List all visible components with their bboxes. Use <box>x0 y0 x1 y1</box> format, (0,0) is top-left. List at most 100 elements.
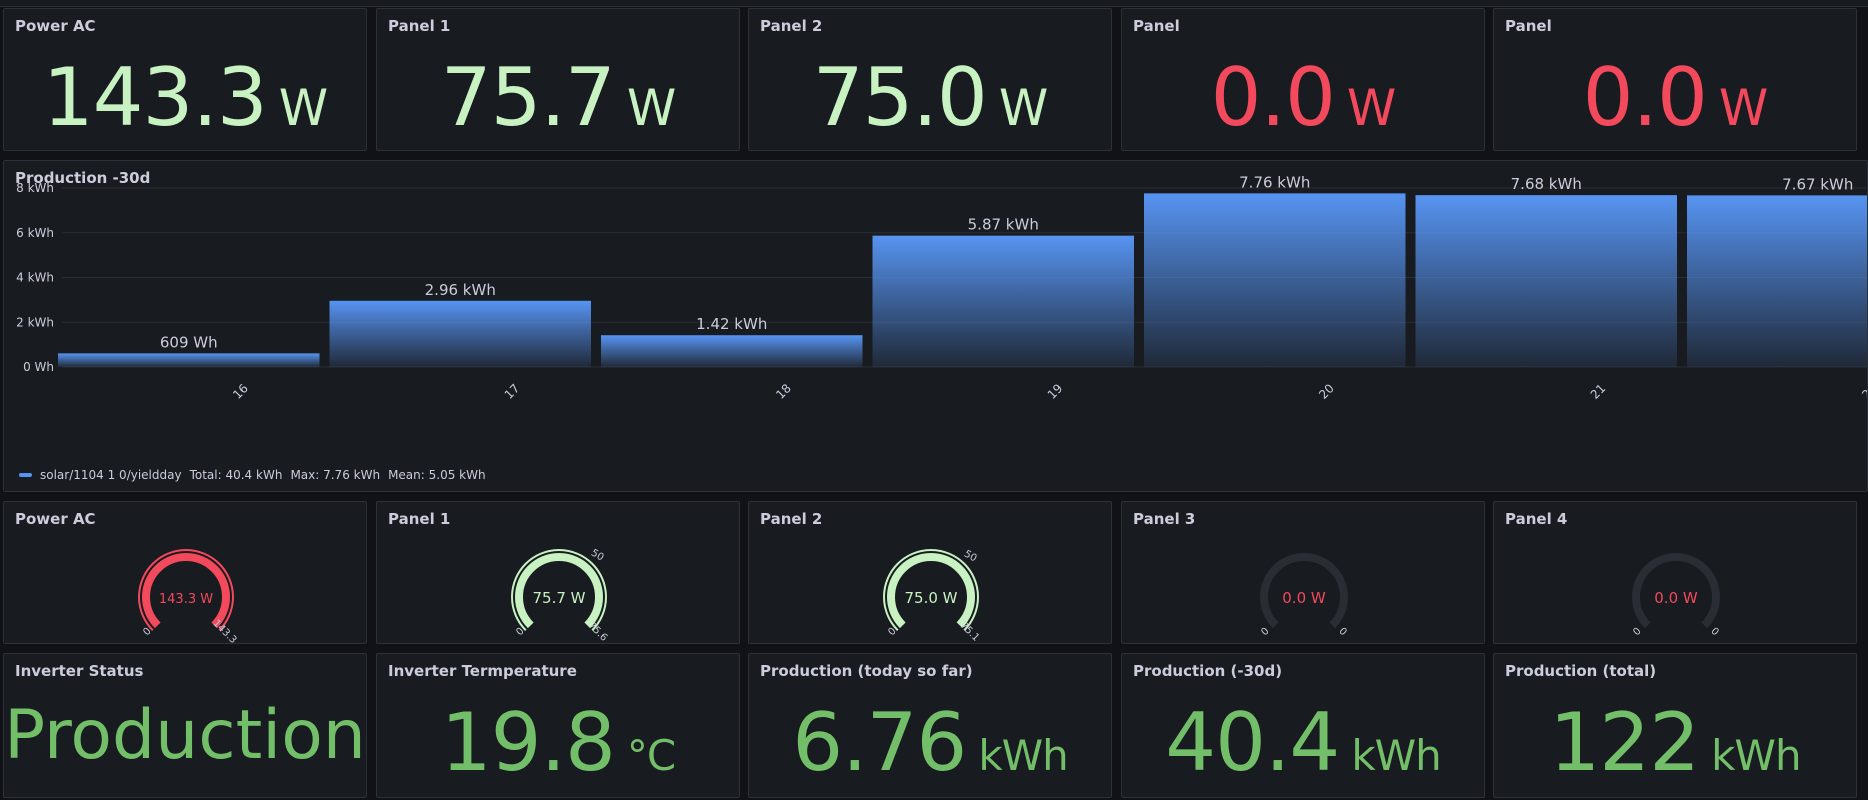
stat-unit: kWh <box>1711 731 1801 780</box>
legend-total: Total: 40.4 kWh <box>189 468 283 482</box>
stat-value-row: 143.3 W <box>4 51 366 144</box>
gauge-value-label: 75.0 W <box>905 589 958 607</box>
x-tick-label: 16 <box>230 381 251 402</box>
gauge-panel-panel-3[interactable]: Panel 3 0.0 W00 <box>1121 501 1485 644</box>
gauge-value-label: 143.3 W <box>159 592 213 607</box>
stat-panel-power-ac[interactable]: Power AC 143.3 W <box>3 8 367 151</box>
stat-value: 0.0 <box>1582 51 1708 144</box>
production-bar-chart: 0 Wh 2 kWh 4 kWh 6 kWh 8 kWh 609 Wh 16 2.96 kWh… <box>16 173 1868 402</box>
x-tick-label: 20 <box>1316 381 1337 402</box>
legend-series-name: solar/1104 1 0/yieldday <box>40 468 182 482</box>
production-chart-panel[interactable]: Production -30d 0 Wh 2 kWh 4 kWh 6 kWh 8 kWh… <box>3 160 1868 492</box>
panel-title: Power AC <box>15 17 96 35</box>
bar-value-label: 7.68 kWh <box>1511 175 1582 193</box>
bar <box>1687 195 1867 367</box>
top-border <box>0 0 1868 7</box>
bar-value-label: 7.76 kWh <box>1239 173 1310 191</box>
stat-value: 75.7 <box>440 51 616 144</box>
panel-title: Production (-30d) <box>1133 662 1283 680</box>
stat-panel-inverter-status[interactable]: Inverter Status Production <box>3 653 367 798</box>
bar <box>601 335 863 367</box>
gauge-max-label: 0 <box>1336 626 1348 638</box>
x-tick-label: 17 <box>502 381 523 402</box>
gauge-min-label: 0 <box>514 626 526 638</box>
gauge-min-label: 0 <box>886 626 898 638</box>
stat-value-row: Production <box>4 696 366 775</box>
stat-value-row: 0.0 W <box>1494 51 1856 144</box>
gauge-value-label: 75.7 W <box>533 589 586 607</box>
bar <box>329 300 591 367</box>
gauge-mark-label: 50 <box>962 549 979 565</box>
stat-value: 75.0 <box>812 51 988 144</box>
legend-max: Max: 7.76 kWh <box>290 468 381 482</box>
bar <box>58 353 320 367</box>
stat-panel-production-30d[interactable]: Production (-30d) 40.4 kWh <box>1121 653 1485 798</box>
x-tick-label: 22 <box>1859 381 1868 402</box>
stat-unit: kWh <box>978 731 1068 780</box>
stat-value-row: 0.0 W <box>1122 51 1484 144</box>
x-tick-label: 19 <box>1045 381 1066 402</box>
stat-value: 6.76 <box>792 696 967 789</box>
bar-value-label: 609 Wh <box>160 333 218 351</box>
bar <box>872 235 1134 367</box>
bar-value-label: 1.42 kWh <box>696 315 767 333</box>
gauge-max-label: 143.3 <box>211 618 239 644</box>
panel-title: Production (total) <box>1505 662 1657 680</box>
gauge: 0.0 W 0 0 <box>1631 553 1721 638</box>
panel-title: Panel 1 <box>388 17 451 35</box>
bar-value-label: 5.87 kWh <box>968 216 1039 234</box>
stat-panel-panel-1[interactable]: Panel 1 75.7 W <box>376 8 740 151</box>
bar-value-label: 2.96 kWh <box>425 281 496 299</box>
bar <box>1415 195 1677 367</box>
stat-panel-production-today[interactable]: Production (today so far) 6.76 kWh <box>748 653 1112 798</box>
stat-value-row: 122 kWh <box>1494 696 1856 789</box>
gauge-min-label: 0 <box>141 626 153 638</box>
gauge-mark-label: 50 <box>589 548 606 564</box>
stat-value: 0.0 <box>1210 51 1336 144</box>
stat-value-row: 19.8 °C <box>377 696 739 789</box>
stat-unit: kWh <box>1351 731 1441 780</box>
stat-unit: °C <box>626 731 676 780</box>
stat-unit: W <box>998 79 1048 137</box>
y-tick-label: 6 kWh <box>16 226 54 240</box>
stat-panel-panel-2[interactable]: Panel 2 75.0 W <box>748 8 1112 151</box>
gauge-panel-panel-1[interactable]: Panel 1 75.7 W 0 75.6 50 <box>376 501 740 644</box>
gauge-panel-power-ac[interactable]: Power AC 143.3 W 0 143.3 <box>3 501 367 644</box>
gauge: 143.3 W 0 143.3 <box>138 549 239 644</box>
gauge-panel-panel-4[interactable]: Panel 4 0.0 W00 <box>1493 501 1857 644</box>
stat-panel-panel-3[interactable]: Panel 3 0.0W <box>1121 8 1485 151</box>
panel-title: Panel 3 <box>1133 17 1181 35</box>
bar <box>1144 193 1406 367</box>
gauge: 75.0 W 0 75.1 50 <box>883 549 982 644</box>
legend-mean: Mean: 5.05 kWh <box>388 468 486 482</box>
gauge-min-label: 0 <box>1259 626 1271 638</box>
stat-value: 143.3 <box>42 51 268 144</box>
y-tick-label: 4 kWh <box>16 271 54 285</box>
gauge: 75.7 W 0 75.6 50 <box>511 548 609 643</box>
stat-value-row: 6.76 kWh <box>749 696 1111 789</box>
gauge: 0.0 W 0 0 <box>1259 553 1349 638</box>
stat-panel-inverter-temperature[interactable]: Inverter Termperature 19.8 °C <box>376 653 740 798</box>
gauge-value-label: 0.0 W <box>1654 589 1698 607</box>
x-tick-label: 21 <box>1588 381 1609 402</box>
gauge-max-label: 0 <box>1708 626 1720 638</box>
stat-value: 40.4 <box>1165 696 1340 789</box>
x-tick-label: 18 <box>773 381 794 402</box>
gauge-panel-panel-2[interactable]: Panel 2 75.0 W 0 75.1 50 <box>748 501 1112 644</box>
panel-title: Production (today so far) <box>760 662 973 680</box>
gauge-min-label: 0 <box>1631 626 1643 638</box>
stat-unit: W <box>1346 79 1396 137</box>
stat-value-row: 75.0 W <box>749 51 1111 144</box>
panel-title: Inverter Termperature <box>388 662 577 680</box>
y-tick-label: 2 kWh <box>16 315 54 329</box>
gauge-max-label: 75.1 <box>958 620 982 644</box>
gauge-value-label: 0.0 W <box>1282 589 1326 607</box>
panel-title: Inverter Status <box>15 662 144 680</box>
bar-value-label: 7.67 kWh <box>1782 175 1853 193</box>
legend-swatch <box>19 473 32 477</box>
chart-legend[interactable]: solar/1104 1 0/yieldday Total: 40.4 kWh … <box>19 468 486 482</box>
stat-panel-production-total[interactable]: Production (total) 122 kWh <box>1493 653 1857 798</box>
panel-title: Panel 4 <box>1505 17 1553 35</box>
stat-unit: W <box>1718 79 1768 137</box>
stat-panel-panel-4[interactable]: Panel 4 0.0W <box>1493 8 1857 151</box>
